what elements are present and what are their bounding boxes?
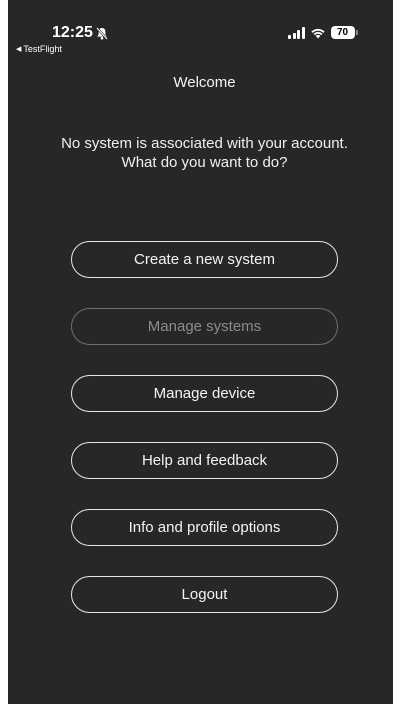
page-title: Welcome [173, 74, 236, 91]
bell-slash-icon [96, 26, 108, 40]
help-feedback-button[interactable]: Help and feedback [71, 442, 338, 479]
manage-device-button[interactable]: Manage device [71, 375, 338, 412]
status-bar-time: 12:25 [52, 24, 108, 42]
message-line-2: What do you want to do? [121, 154, 288, 171]
cellular-signal-icon [288, 26, 305, 39]
manage-systems-button[interactable]: Manage systems [71, 308, 338, 345]
message-line-1: No system is associated with your accoun… [61, 135, 348, 152]
info-profile-button[interactable]: Info and profile options [71, 509, 338, 546]
battery-level: 70 [330, 26, 355, 39]
no-system-message: No system is associated with your accoun… [8, 134, 393, 172]
wifi-icon [310, 28, 325, 38]
logout-button[interactable]: Logout [71, 576, 338, 613]
status-indicators: 70 [288, 26, 358, 39]
back-to-app-link[interactable]: ◀ TestFlight [16, 44, 62, 54]
create-system-button[interactable]: Create a new system [71, 241, 338, 278]
app-screen: 12:25 ◀ TestFlight 70 Welcome No system … [8, 0, 393, 704]
battery-icon: 70 [330, 26, 358, 39]
back-triangle-icon: ◀ [16, 46, 22, 53]
back-app-label: TestFlight [23, 44, 62, 54]
clock-text: 12:25 [52, 24, 93, 41]
